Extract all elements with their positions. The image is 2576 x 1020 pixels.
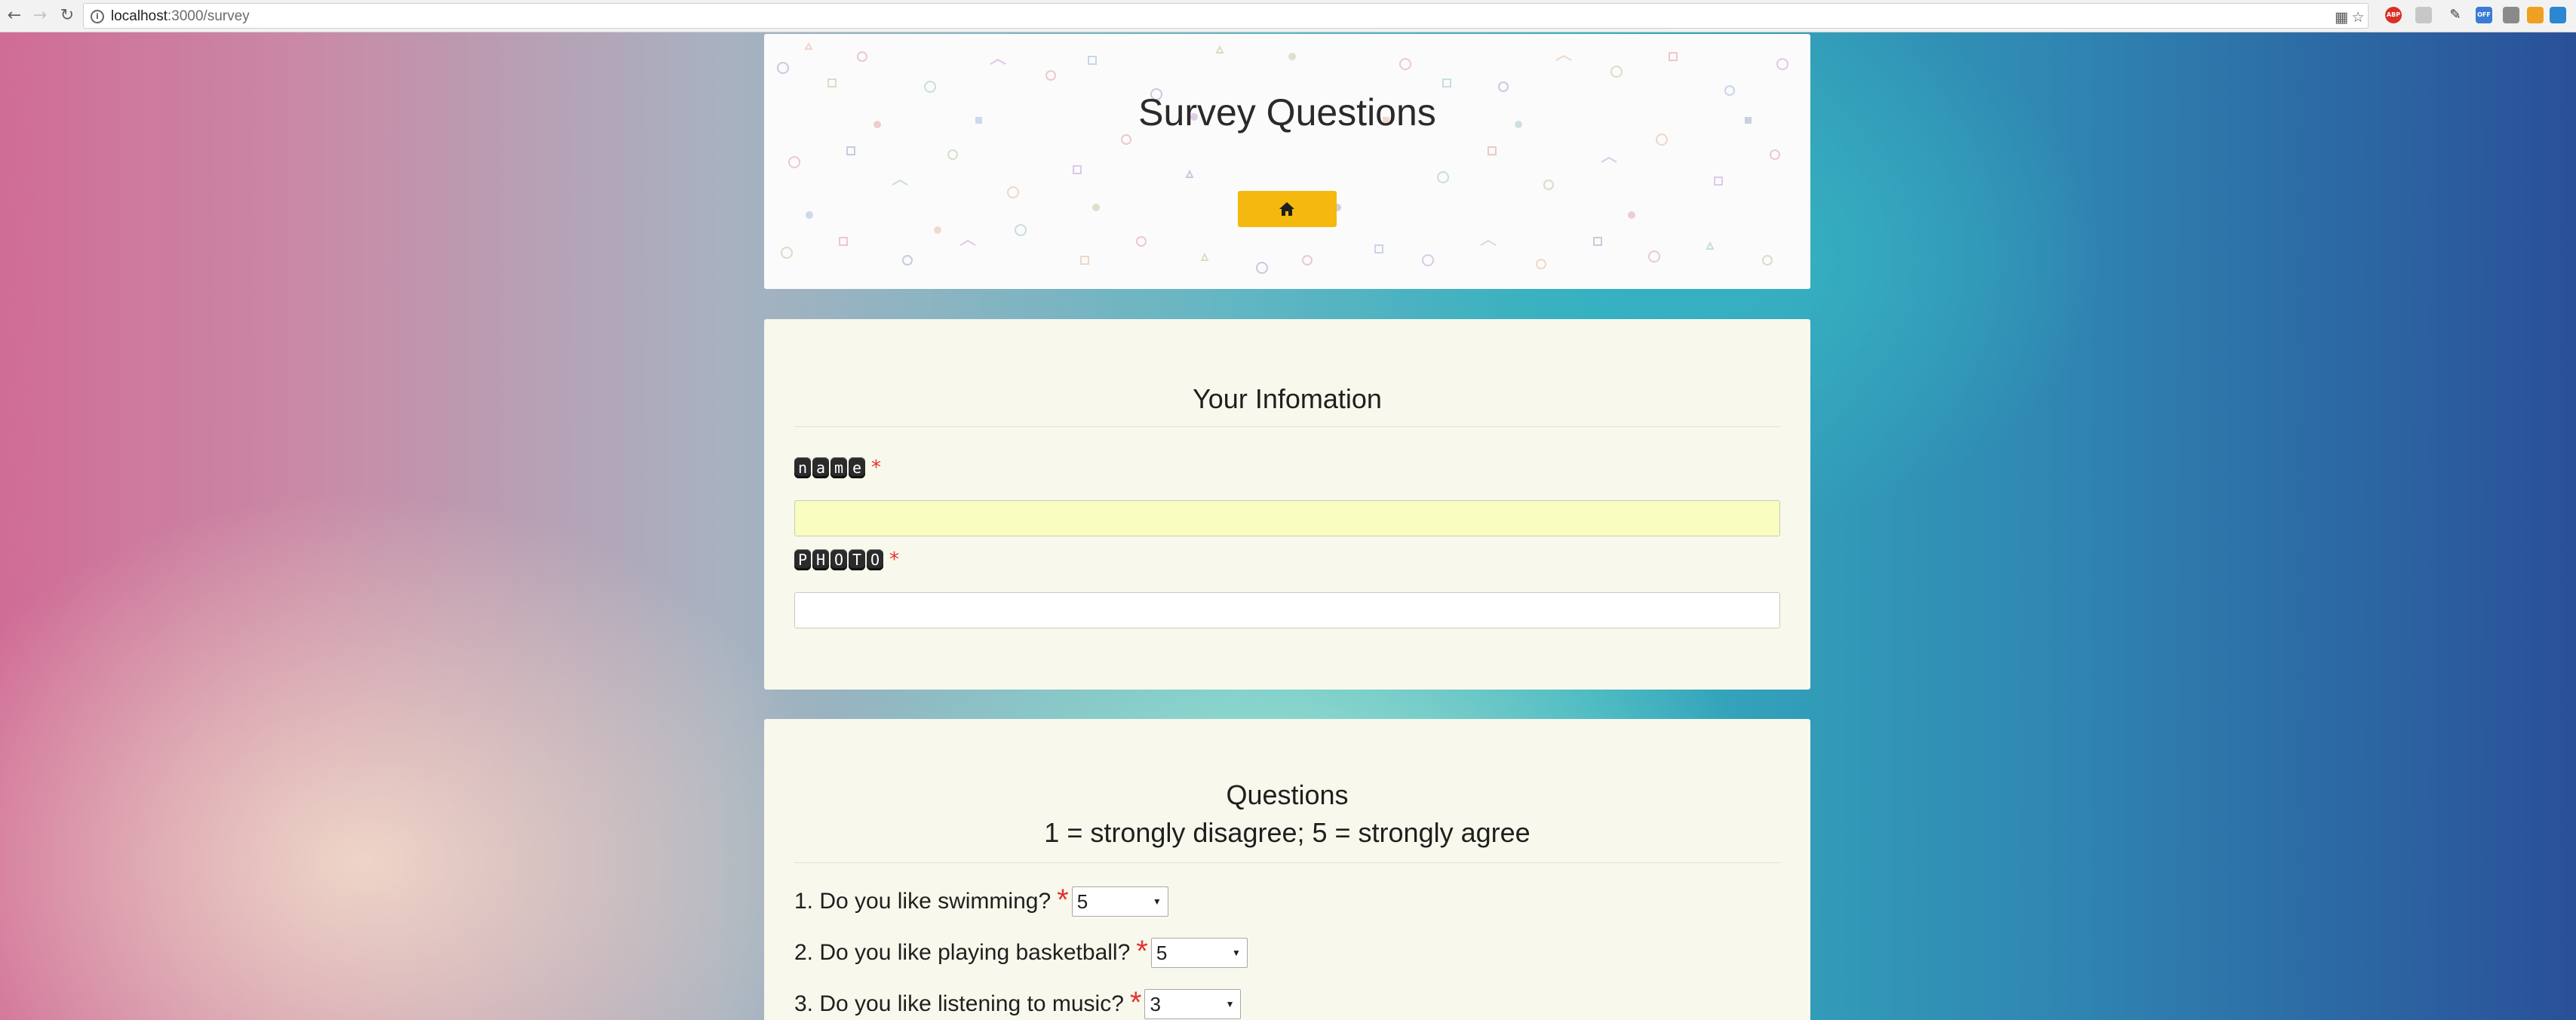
questions-title: Questions xyxy=(1226,779,1349,810)
question-row: 3. Do you like listening to music? * 3 ▼ xyxy=(794,986,1242,1020)
off-extension-icon[interactable]: OFF xyxy=(2476,7,2492,23)
name-label-letter: n xyxy=(794,457,811,478)
confetti-pattern xyxy=(777,41,1788,274)
url-host: localhost xyxy=(111,8,167,24)
home-button[interactable] xyxy=(1238,191,1337,227)
browser-toolbar: ← → ↻ i localhost:3000/survey ▦ ☆ ABP ✎ … xyxy=(0,0,2576,32)
rating-value: 3 xyxy=(1150,993,1161,1015)
photo-label-letter: H xyxy=(812,549,829,570)
info-icon[interactable]: i xyxy=(91,10,104,23)
header-card: Survey Questions xyxy=(764,34,1810,289)
rating-select[interactable]: 3 ▼ xyxy=(1144,989,1242,1019)
reload-icon[interactable]: ↻ xyxy=(56,5,78,27)
question-row: 1. Do you like swimming? * 5 ▼ xyxy=(794,883,1168,920)
grid-extension-icon[interactable] xyxy=(2503,7,2519,23)
questions-subtitle: 1 = strongly disagree; 5 = strongly agre… xyxy=(1044,817,1531,848)
rating-value: 5 xyxy=(1076,890,1088,913)
question-text: 2. Do you like playing basketball? xyxy=(794,940,1131,965)
rating-value: 5 xyxy=(1156,942,1168,964)
required-asterisk: * xyxy=(871,456,881,479)
info-section-title: Your Infomation xyxy=(1193,383,1382,414)
photo-label-letter: T xyxy=(849,549,865,570)
required-asterisk: * xyxy=(1129,986,1142,1019)
name-label: n a m e * xyxy=(794,457,881,481)
photo-label: P H O T O * xyxy=(794,549,899,573)
required-asterisk: * xyxy=(1057,883,1069,917)
rating-select[interactable]: 5 ▼ xyxy=(1150,938,1248,968)
pen-extension-icon[interactable]: ✎ xyxy=(2447,7,2464,23)
adblock-icon[interactable]: ABP xyxy=(2385,7,2402,23)
question-text: 3. Do you like listening to music? xyxy=(794,991,1124,1016)
dropdown-caret-icon: ▼ xyxy=(1231,948,1241,958)
name-input[interactable] xyxy=(794,500,1780,536)
required-asterisk: * xyxy=(1136,935,1148,968)
photo-label-letter: O xyxy=(831,549,847,570)
page-title: Survey Questions xyxy=(1138,91,1436,134)
jump-extension-icon[interactable] xyxy=(2527,7,2544,23)
photo-label-letter: P xyxy=(794,549,811,570)
translate-icon[interactable]: ▦ xyxy=(2334,10,2349,25)
bookmark-star-icon[interactable]: ☆ xyxy=(2350,10,2366,25)
url-path: :3000/survey xyxy=(167,8,250,24)
question-text: 1. Do you like swimming? xyxy=(794,889,1052,914)
name-label-letter: m xyxy=(831,457,847,478)
info-divider xyxy=(794,426,1780,427)
forward-arrow-icon[interactable]: → xyxy=(29,5,51,27)
sync-extension-icon[interactable] xyxy=(2550,7,2566,23)
question-row: 2. Do you like playing basketball? * 5 ▼ xyxy=(794,935,1248,971)
page-background: Survey Questions Your Infomation n a m e * P… xyxy=(0,32,2576,1020)
name-label-letter: a xyxy=(812,457,829,478)
photo-label-letter: O xyxy=(867,549,883,570)
back-arrow-icon[interactable]: ← xyxy=(3,5,26,27)
rating-select[interactable]: 5 ▼ xyxy=(1071,886,1168,917)
required-asterisk: * xyxy=(889,548,899,571)
dropdown-caret-icon: ▼ xyxy=(1225,999,1235,1009)
address-bar[interactable]: i localhost:3000/survey ▦ ☆ xyxy=(83,3,2369,29)
dropdown-caret-icon: ▼ xyxy=(1152,896,1162,907)
photo-input[interactable] xyxy=(794,592,1780,628)
url-text: localhost:3000/survey xyxy=(111,8,250,25)
extension-gray-icon[interactable] xyxy=(2415,7,2432,23)
questions-card: Questions 1 = strongly disagree; 5 = str… xyxy=(764,719,1810,1020)
name-label-letter: e xyxy=(849,457,865,478)
home-icon xyxy=(1279,202,1294,216)
questions-divider xyxy=(794,862,1780,863)
info-card: Your Infomation n a m e * P H O T O * xyxy=(764,319,1810,690)
